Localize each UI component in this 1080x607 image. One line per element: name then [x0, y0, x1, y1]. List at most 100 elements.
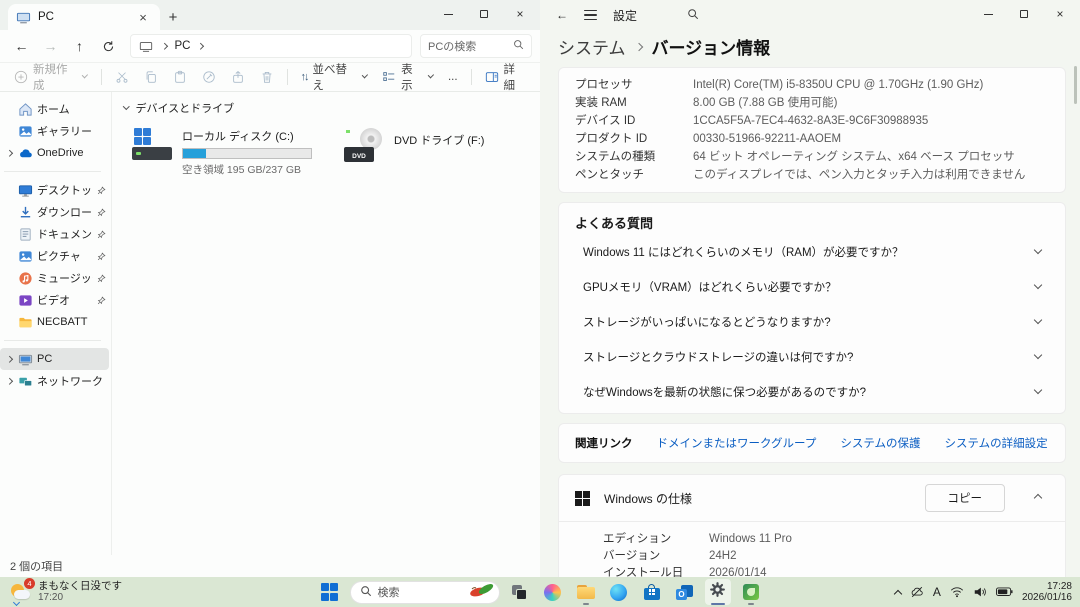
close-button[interactable]: ×	[1042, 0, 1078, 28]
spec-value: このディスプレイでは、ペン入力とタッチ入力は利用できません	[693, 166, 1025, 184]
file-explorer-button[interactable]	[573, 579, 599, 605]
link-system-protection[interactable]: システムの保護	[840, 435, 920, 451]
rename-button[interactable]	[196, 65, 222, 89]
more-button[interactable]: ...	[442, 65, 464, 89]
sidebar-item-videos[interactable]: ビデオ	[0, 289, 109, 311]
cloud-off-icon[interactable]	[910, 585, 924, 599]
minimize-button[interactable]	[970, 0, 1006, 28]
expand-icon[interactable]	[6, 356, 12, 362]
tab-close-icon[interactable]: ×	[134, 8, 152, 26]
close-button[interactable]: ×	[502, 0, 538, 28]
breadcrumb-item-pc[interactable]: PC	[175, 40, 191, 52]
settings-search-icon[interactable]	[687, 8, 699, 23]
edge-button[interactable]	[606, 579, 632, 605]
pin-icon	[97, 186, 106, 195]
outlook-button[interactable]: O	[672, 579, 698, 605]
breadcrumb[interactable]: PC	[130, 34, 412, 58]
back-button[interactable]: ←	[8, 34, 35, 58]
cut-button[interactable]	[109, 65, 135, 89]
sidebar-item-pictures[interactable]: ピクチャ	[0, 245, 109, 267]
wifi-icon[interactable]	[950, 585, 964, 599]
tab-title: PC	[38, 11, 54, 23]
faq-item-storage-full[interactable]: ストレージがいっぱいになるとどうなりますか?	[575, 304, 1049, 339]
expand-icon[interactable]	[6, 150, 12, 156]
up-button[interactable]: ↑	[66, 34, 93, 58]
sidebar-item-gallery[interactable]: ギャラリー	[0, 120, 109, 142]
spec-label: ペンとタッチ	[575, 166, 693, 184]
hamburger-menu-icon[interactable]	[584, 10, 597, 20]
maximize-button[interactable]	[1006, 0, 1042, 28]
windows-start-icon	[321, 583, 339, 601]
chevron-down-icon[interactable]	[1034, 386, 1042, 394]
forward-button[interactable]: →	[37, 34, 64, 58]
chevron-down-icon	[82, 72, 88, 78]
sidebar-item-documents[interactable]: ドキュメント	[0, 223, 109, 245]
sidebar-item-network[interactable]: ネットワーク	[0, 370, 109, 392]
ime-mode-indicator[interactable]: A	[933, 585, 941, 599]
copy-button[interactable]	[138, 65, 164, 89]
windows-logo-icon	[575, 491, 590, 506]
sort-button[interactable]: ↑↓ 並べ替え	[295, 65, 374, 89]
link-domain-workgroup[interactable]: ドメインまたはワークグループ	[657, 435, 817, 451]
copy-button[interactable]: コピー	[925, 484, 1006, 512]
paste-button[interactable]	[167, 65, 193, 89]
faq-item-ram[interactable]: Windows 11 にはどれくらいのメモリ（RAM）が必要ですか？	[575, 234, 1049, 269]
faq-card: よくある質問 Windows 11 にはどれくらいのメモリ（RAM）が必要ですか…	[558, 202, 1066, 414]
new-tab-button[interactable]: +	[160, 4, 186, 30]
link-advanced-system-settings[interactable]: システムの詳細設定	[945, 435, 1048, 451]
new-item-button[interactable]: 新規作成	[8, 65, 94, 89]
faq-item-cloud-storage[interactable]: ストレージとクラウドストレージの違いは何ですか?	[575, 339, 1049, 374]
sidebar-item-home[interactable]: ホーム	[0, 98, 109, 120]
explorer-search-input[interactable]: PCの検索	[420, 34, 532, 58]
breadcrumb-system[interactable]: システム	[558, 34, 626, 59]
task-view-button[interactable]	[507, 579, 533, 605]
chevron-down-icon[interactable]	[1034, 351, 1042, 359]
minimize-button[interactable]	[430, 0, 466, 28]
share-button[interactable]	[225, 65, 251, 89]
sidebar-item-desktop[interactable]: デスクトップ	[0, 179, 109, 201]
breadcrumb-separator-icon	[198, 43, 204, 49]
sort-icon: ↑↓	[301, 71, 308, 83]
store-button[interactable]	[639, 579, 665, 605]
chevron-up-icon[interactable]	[1034, 494, 1042, 502]
green-app-button[interactable]	[738, 579, 764, 605]
explorer-tabstrip: PC × + ×	[0, 0, 540, 30]
expand-icon[interactable]	[6, 378, 12, 384]
start-button[interactable]	[317, 579, 343, 605]
sidebar-item-necbatt[interactable]: NECBATT	[0, 311, 109, 333]
drive-dvd-f[interactable]: DVD DVD ドライブ (F:)	[342, 128, 484, 164]
sidebar-item-onedrive[interactable]: OneDrive	[0, 142, 109, 164]
group-header-label: デバイスとドライブ	[136, 100, 235, 116]
chevron-down-icon[interactable]	[1034, 246, 1042, 254]
hidden-icons-chevron[interactable]	[895, 588, 901, 597]
chevron-down-icon[interactable]	[1034, 316, 1042, 324]
faq-item-keep-updated[interactable]: なぜWindowsを最新の状態に保つ必要があるのですか?	[575, 374, 1049, 409]
view-button[interactable]: 表示	[376, 65, 439, 89]
refresh-button[interactable]	[95, 34, 122, 58]
sidebar-item-downloads[interactable]: ダウンロード	[0, 201, 109, 223]
collapse-icon[interactable]	[123, 103, 129, 109]
folder-icon	[18, 315, 33, 330]
hard-drive-icon	[132, 128, 174, 164]
battery-icon[interactable]	[996, 587, 1013, 596]
faq-item-vram[interactable]: GPUメモリ（VRAM）はどれくらい必要ですか？	[575, 269, 1049, 304]
maximize-button[interactable]	[466, 0, 502, 28]
weather-widget[interactable]: 4 まもなく日没です 17:20	[2, 577, 130, 607]
details-pane-button[interactable]: 詳細	[479, 65, 532, 89]
taskbar-clock[interactable]: 17:28 2026/01/16	[1022, 581, 1072, 603]
delete-button[interactable]	[254, 65, 280, 89]
windows-spec-header[interactable]: Windows の仕様 コピー	[559, 475, 1065, 521]
explorer-tab-pc[interactable]: PC ×	[8, 4, 160, 30]
copilot-button[interactable]	[540, 579, 566, 605]
volume-icon[interactable]	[973, 585, 987, 599]
scrollbar[interactable]	[1074, 66, 1077, 104]
sidebar-item-pc[interactable]: PC	[0, 348, 109, 370]
settings-back-button[interactable]: ←	[556, 8, 568, 22]
task-view-icon	[512, 585, 527, 600]
drive-local-disk-c[interactable]: ローカル ディスク (C:) 空き領域 195 GB/237 GB	[132, 128, 312, 177]
sidebar-item-music[interactable]: ミュージック	[0, 267, 109, 289]
drives-group-header[interactable]: デバイスとドライブ	[120, 100, 540, 116]
settings-button[interactable]	[705, 579, 731, 605]
chevron-down-icon[interactable]	[1034, 281, 1042, 289]
taskbar-search-input[interactable]: 検索	[350, 581, 500, 604]
